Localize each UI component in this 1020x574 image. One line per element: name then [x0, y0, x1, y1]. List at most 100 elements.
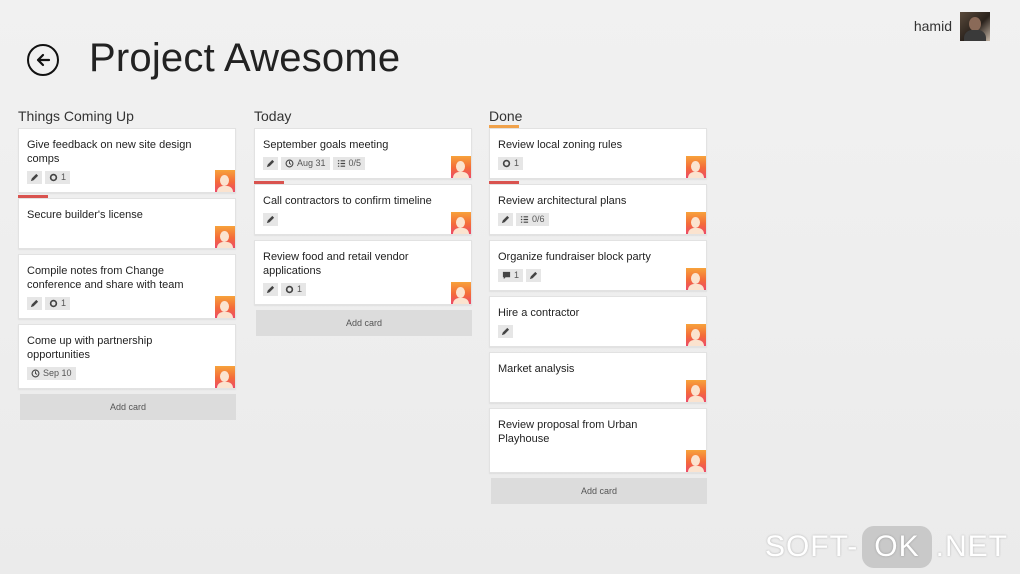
page-title: Project Awesome [89, 36, 401, 80]
card-badges: 1 [27, 171, 209, 184]
list-title: Today [254, 108, 292, 124]
badge-text: 1 [61, 298, 67, 308]
badge [498, 213, 513, 226]
pencil-icon [501, 215, 510, 224]
card-title: Review local zoning rules [498, 139, 623, 151]
member-avatar [215, 226, 235, 248]
card-label-orange [489, 125, 519, 128]
badge: Sep 10 [27, 367, 76, 380]
badge [263, 157, 278, 170]
badge-text: 1 [514, 158, 520, 168]
card-badges [498, 325, 680, 338]
member-avatar [215, 296, 235, 318]
add-card-button[interactable]: Add card [20, 394, 236, 420]
avatar[interactable] [960, 12, 990, 41]
member-avatar [686, 380, 706, 402]
clock-icon [285, 159, 294, 168]
back-button[interactable] [27, 44, 59, 76]
user-name[interactable]: hamid [914, 18, 952, 34]
card[interactable]: Secure builder's license [18, 195, 236, 249]
badge: 1 [281, 283, 307, 296]
card-title: Review architectural plans [498, 195, 627, 207]
card[interactable]: Review food and retail vendor applicatio… [254, 240, 472, 305]
list-title: Things Coming Up [18, 108, 134, 124]
attachment-icon [49, 173, 58, 182]
card-title: Come up with partnership opportunities [27, 335, 153, 361]
card-label-red [489, 181, 519, 184]
card[interactable]: Review proposal from Urban Playhouse [489, 408, 707, 473]
card-badges: Aug 31 0/5 [263, 157, 445, 170]
card-title: September goals meeting [263, 139, 389, 151]
card-badges: 1 [27, 297, 209, 310]
watermark-right: .NET [935, 530, 1008, 563]
pencil-icon [529, 271, 538, 280]
badge-text: Aug 31 [297, 158, 326, 168]
pencil-icon [266, 285, 275, 294]
card[interactable]: Hire a contractor [489, 296, 707, 347]
attachment-icon [49, 299, 58, 308]
pencil-icon [266, 159, 275, 168]
member-avatar [451, 156, 471, 178]
card-title: Call contractors to confirm timeline [263, 195, 432, 207]
comment-icon [502, 271, 511, 280]
badge: 0/6 [516, 213, 549, 226]
list-things-coming-up: Things Coming Up Give feedback on new si… [18, 106, 236, 420]
pencil-icon [501, 327, 510, 336]
card-title: Hire a contractor [498, 307, 580, 319]
card[interactable]: Come up with partnership opportunities Se… [18, 324, 236, 389]
card-badges: 1 [498, 269, 680, 282]
card-badges [498, 451, 680, 464]
badge: 1 [45, 171, 71, 184]
badge: 1 [498, 157, 524, 170]
card-badges: Sep 10 [27, 367, 209, 380]
list-done: Done Review local zoning rules 1 Review ar… [489, 106, 707, 504]
pencil-icon [30, 299, 39, 308]
badge [27, 171, 42, 184]
card-stack: September goals meeting Aug 31 0/5 Call con… [254, 128, 472, 305]
badge [263, 283, 278, 296]
card-title: Review food and retail vendor applicatio… [263, 251, 409, 277]
badge-text: 1 [61, 172, 67, 182]
badge [526, 269, 542, 282]
list-today: Today September goals meeting Aug 31 0/5 Ca… [254, 106, 472, 336]
card[interactable]: Market analysis [489, 352, 707, 403]
clock-icon [31, 369, 40, 378]
card[interactable]: Review architectural plans 0/6 [489, 181, 707, 235]
card-title: Review proposal from Urban Playhouse [498, 419, 638, 445]
member-avatar [215, 366, 235, 388]
watermark: SOFT- OK .NET [765, 526, 1008, 568]
card[interactable]: Give feedback on new site design comps 1 [18, 128, 236, 193]
card[interactable]: September goals meeting Aug 31 0/5 [254, 128, 472, 179]
card-badges [498, 381, 680, 394]
badge: 1 [45, 297, 71, 310]
badge-text: Sep 10 [43, 368, 72, 378]
watermark-left: SOFT- [764, 530, 859, 563]
card-title: Compile notes from Change conference and… [27, 265, 184, 291]
arrow-left-icon [36, 53, 51, 67]
badge-text: 0/6 [532, 214, 545, 224]
card[interactable]: Review local zoning rules 1 [489, 125, 707, 179]
card-title: Organize fundraiser block party [498, 251, 651, 263]
add-card-button[interactable]: Add card [256, 310, 472, 336]
card-title: Give feedback on new site design comps [27, 139, 192, 165]
card-stack: Give feedback on new site design comps 1 S… [18, 128, 236, 389]
checklist-icon [520, 215, 529, 224]
badge [498, 325, 513, 338]
card-title: Market analysis [498, 363, 575, 375]
badge [263, 213, 278, 226]
attachment-icon [285, 285, 294, 294]
badge: Aug 31 [281, 157, 330, 170]
card-badges [263, 213, 445, 226]
card[interactable]: Call contractors to confirm timeline [254, 181, 472, 235]
badge: 1 [498, 269, 524, 282]
add-card-button[interactable]: Add card [491, 478, 707, 504]
member-avatar [686, 156, 706, 178]
card[interactable]: Compile notes from Change conference and… [18, 254, 236, 319]
card[interactable]: Organize fundraiser block party 1 [489, 240, 707, 291]
member-avatar [686, 212, 706, 234]
card-title: Secure builder's license [27, 209, 143, 221]
badge-text: 1 [297, 284, 303, 294]
badge: 0/5 [332, 157, 366, 170]
list-title: Done [489, 108, 523, 124]
pencil-icon [266, 215, 275, 224]
